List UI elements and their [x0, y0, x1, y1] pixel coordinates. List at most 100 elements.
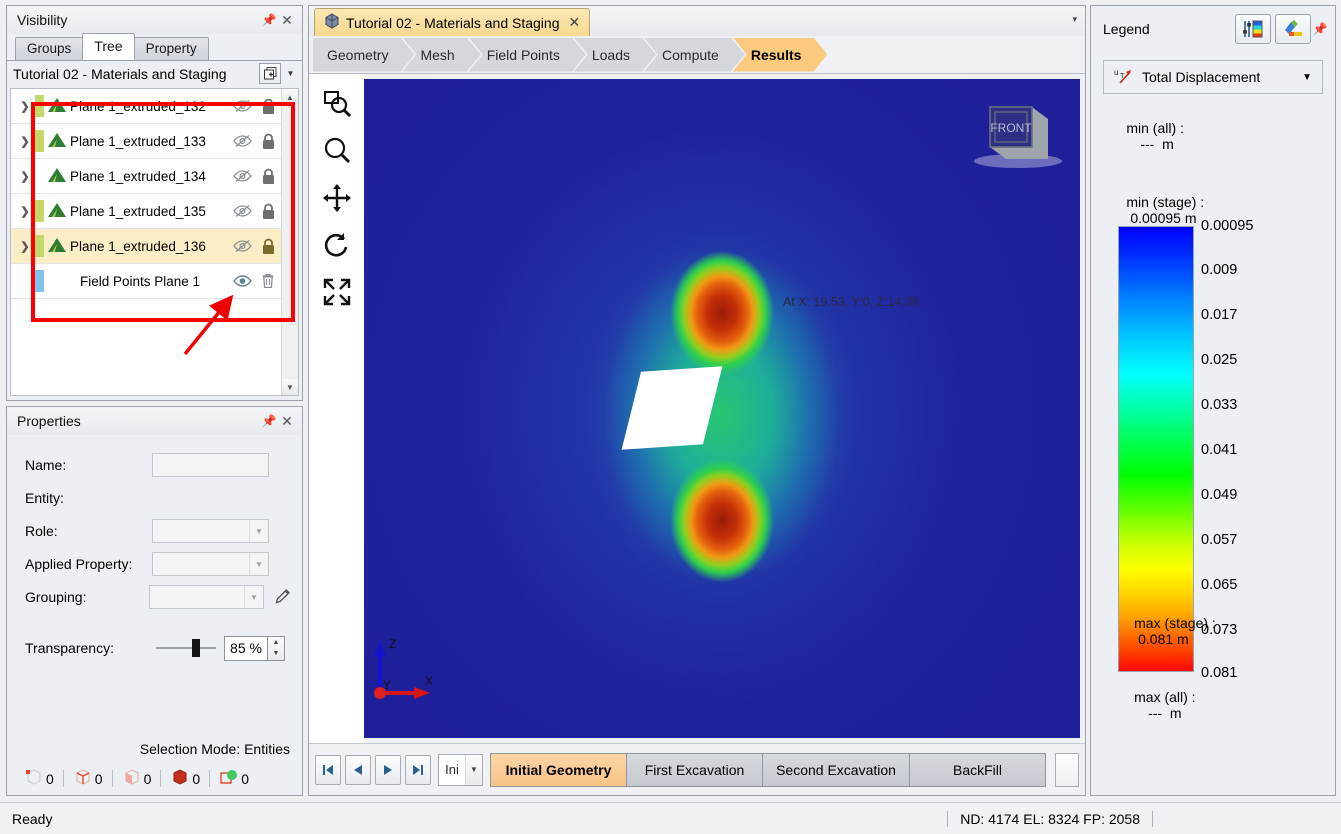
close-icon[interactable]: ✕	[568, 14, 580, 31]
tree-item-label: Plane 1_extruded_136	[68, 239, 229, 254]
table-row[interactable]: ❯ Plane 1_extruded_136	[11, 229, 281, 264]
legend-settings-icon[interactable]	[1235, 14, 1271, 44]
pan-icon[interactable]	[317, 178, 357, 218]
solid-counter[interactable]: 0	[161, 768, 209, 789]
zoom-icon[interactable]	[317, 131, 357, 171]
plane-icon	[46, 130, 68, 152]
breadcrumb-field-points[interactable]: Field Points	[469, 38, 586, 72]
chevron-down-icon[interactable]: ▼	[465, 755, 482, 785]
min-all-row: min (all) : --- m	[1091, 94, 1335, 168]
table-row[interactable]: ❯ Plane 1_extruded_132	[11, 89, 281, 124]
property-row-grouping: Grouping: ▼	[25, 581, 292, 613]
expand-icon[interactable]: ❯	[15, 170, 35, 183]
name-field[interactable]	[152, 453, 269, 477]
stage-tab-backfill[interactable]: BackFill	[910, 754, 1045, 786]
stage-tab-initial-geometry[interactable]: Initial Geometry	[491, 754, 627, 786]
stage-select[interactable]: Ini ▼	[438, 754, 483, 786]
color-chip	[35, 95, 44, 117]
legend-footer: max (stage) : 0.081 m max (all) : --- m	[1091, 589, 1335, 737]
zoom-extents-icon[interactable]	[317, 272, 357, 312]
applied-property-select[interactable]: ▼	[152, 552, 269, 576]
table-row[interactable]: ❯ Plane 1_extruded_135	[11, 194, 281, 229]
chevron-down-icon[interactable]: ▼	[1302, 72, 1312, 83]
vertex-counter[interactable]: 0	[15, 768, 63, 789]
lock-icon[interactable]	[255, 238, 281, 255]
trash-icon[interactable]	[255, 273, 281, 289]
color-scheme-icon[interactable]	[1275, 14, 1311, 44]
hidden-eye-icon[interactable]	[229, 204, 255, 218]
hidden-eye-icon[interactable]	[229, 134, 255, 148]
stage-tab-first-excavation[interactable]: First Excavation	[627, 754, 763, 786]
min-all-label: min (all) :	[1126, 120, 1184, 136]
breadcrumb-loads[interactable]: Loads	[574, 38, 656, 72]
axis-label-x: X	[425, 674, 433, 688]
pin-icon[interactable]: 📌	[260, 11, 278, 29]
axis-label-z: Z	[389, 637, 396, 651]
close-icon[interactable]: ✕	[278, 11, 296, 29]
grouping-label: Grouping:	[25, 589, 149, 605]
chevron-down-icon[interactable]: ▼	[249, 520, 268, 542]
stage-tab-second-excavation[interactable]: Second Excavation	[763, 754, 910, 786]
scroll-down-icon[interactable]: ▼	[282, 379, 298, 395]
table-row[interactable]: ❯ Plane 1_extruded_133	[11, 124, 281, 159]
viewport-3d[interactable]: At X: 19.53, Y:0, Z:14.36 FRONT	[364, 79, 1080, 738]
face-counter[interactable]: 0	[113, 768, 161, 789]
grouping-select[interactable]: ▼	[149, 585, 264, 609]
lock-icon[interactable]	[255, 98, 281, 115]
slider-thumb[interactable]	[192, 639, 200, 657]
transparency-stepper[interactable]: ▲ ▼	[268, 636, 285, 661]
hidden-eye-icon[interactable]	[229, 239, 255, 253]
pin-icon[interactable]: 📌	[260, 412, 278, 430]
first-stage-button[interactable]	[315, 755, 341, 785]
stepper-down-icon[interactable]: ▼	[268, 648, 284, 660]
stepper-up-icon[interactable]: ▲	[268, 637, 284, 649]
group-counter[interactable]: 0	[210, 768, 258, 789]
tab-groups[interactable]: Groups	[15, 37, 83, 60]
rotate-icon[interactable]	[317, 225, 357, 265]
document-tab[interactable]: Tutorial 02 - Materials and Staging ✕	[314, 8, 590, 36]
transparency-value[interactable]: 85 %	[224, 636, 268, 661]
lock-icon[interactable]	[255, 133, 281, 150]
role-select[interactable]: ▼	[152, 519, 269, 543]
scroll-up-icon[interactable]: ▲	[282, 89, 298, 105]
edge-counter[interactable]: 0	[64, 768, 112, 789]
expand-icon[interactable]: ❯	[15, 135, 35, 148]
breadcrumb-geometry[interactable]: Geometry	[313, 38, 414, 72]
tree-view[interactable]: ❯ Plane 1_extruded_132 ❯ Plane 1_extrude…	[10, 88, 299, 396]
pin-icon[interactable]: 📌	[1311, 20, 1329, 38]
expand-icon[interactable]: ❯	[15, 240, 35, 253]
next-stage-button[interactable]	[375, 755, 401, 785]
breadcrumb-compute[interactable]: Compute	[644, 38, 745, 72]
chevron-down-icon[interactable]: ▾	[1072, 14, 1077, 25]
lock-icon[interactable]	[255, 203, 281, 220]
chevron-down-icon[interactable]: ▼	[244, 586, 263, 608]
lock-icon[interactable]	[255, 168, 281, 185]
face-count-icon	[122, 768, 142, 789]
last-stage-button[interactable]	[405, 755, 431, 785]
add-view-icon[interactable]	[259, 63, 281, 84]
close-icon[interactable]: ✕	[278, 412, 296, 430]
expand-icon[interactable]: ❯	[15, 100, 35, 113]
eye-icon[interactable]	[229, 274, 255, 288]
properties-panel-title: Properties 📌 ✕	[7, 407, 302, 435]
stage-overflow-button[interactable]	[1055, 753, 1079, 787]
orientation-cube[interactable]: FRONT	[970, 97, 1070, 182]
edit-pencil-icon[interactable]	[274, 587, 292, 608]
tree-scrollbar[interactable]: ▲ ▼	[281, 89, 298, 395]
tab-property[interactable]: Property	[134, 37, 209, 60]
chevron-down-icon[interactable]: ▼	[249, 553, 268, 575]
group-count-icon	[219, 768, 239, 789]
transparency-slider[interactable]	[156, 647, 216, 649]
zoom-window-icon[interactable]	[317, 84, 357, 124]
chevron-down-icon[interactable]: ▼	[283, 63, 298, 84]
breadcrumb-results[interactable]: Results	[733, 38, 828, 72]
color-chip	[35, 270, 44, 292]
edge-count-icon	[73, 768, 93, 789]
hidden-eye-icon[interactable]	[229, 99, 255, 113]
table-row[interactable]: ❯ Plane 1_extruded_134	[11, 159, 281, 194]
hidden-eye-icon[interactable]	[229, 169, 255, 183]
result-type-select[interactable]: uT Total Displacement ▼	[1103, 60, 1323, 94]
expand-icon[interactable]: ❯	[15, 205, 35, 218]
tab-tree[interactable]: Tree	[82, 33, 134, 60]
previous-stage-button[interactable]	[345, 755, 371, 785]
